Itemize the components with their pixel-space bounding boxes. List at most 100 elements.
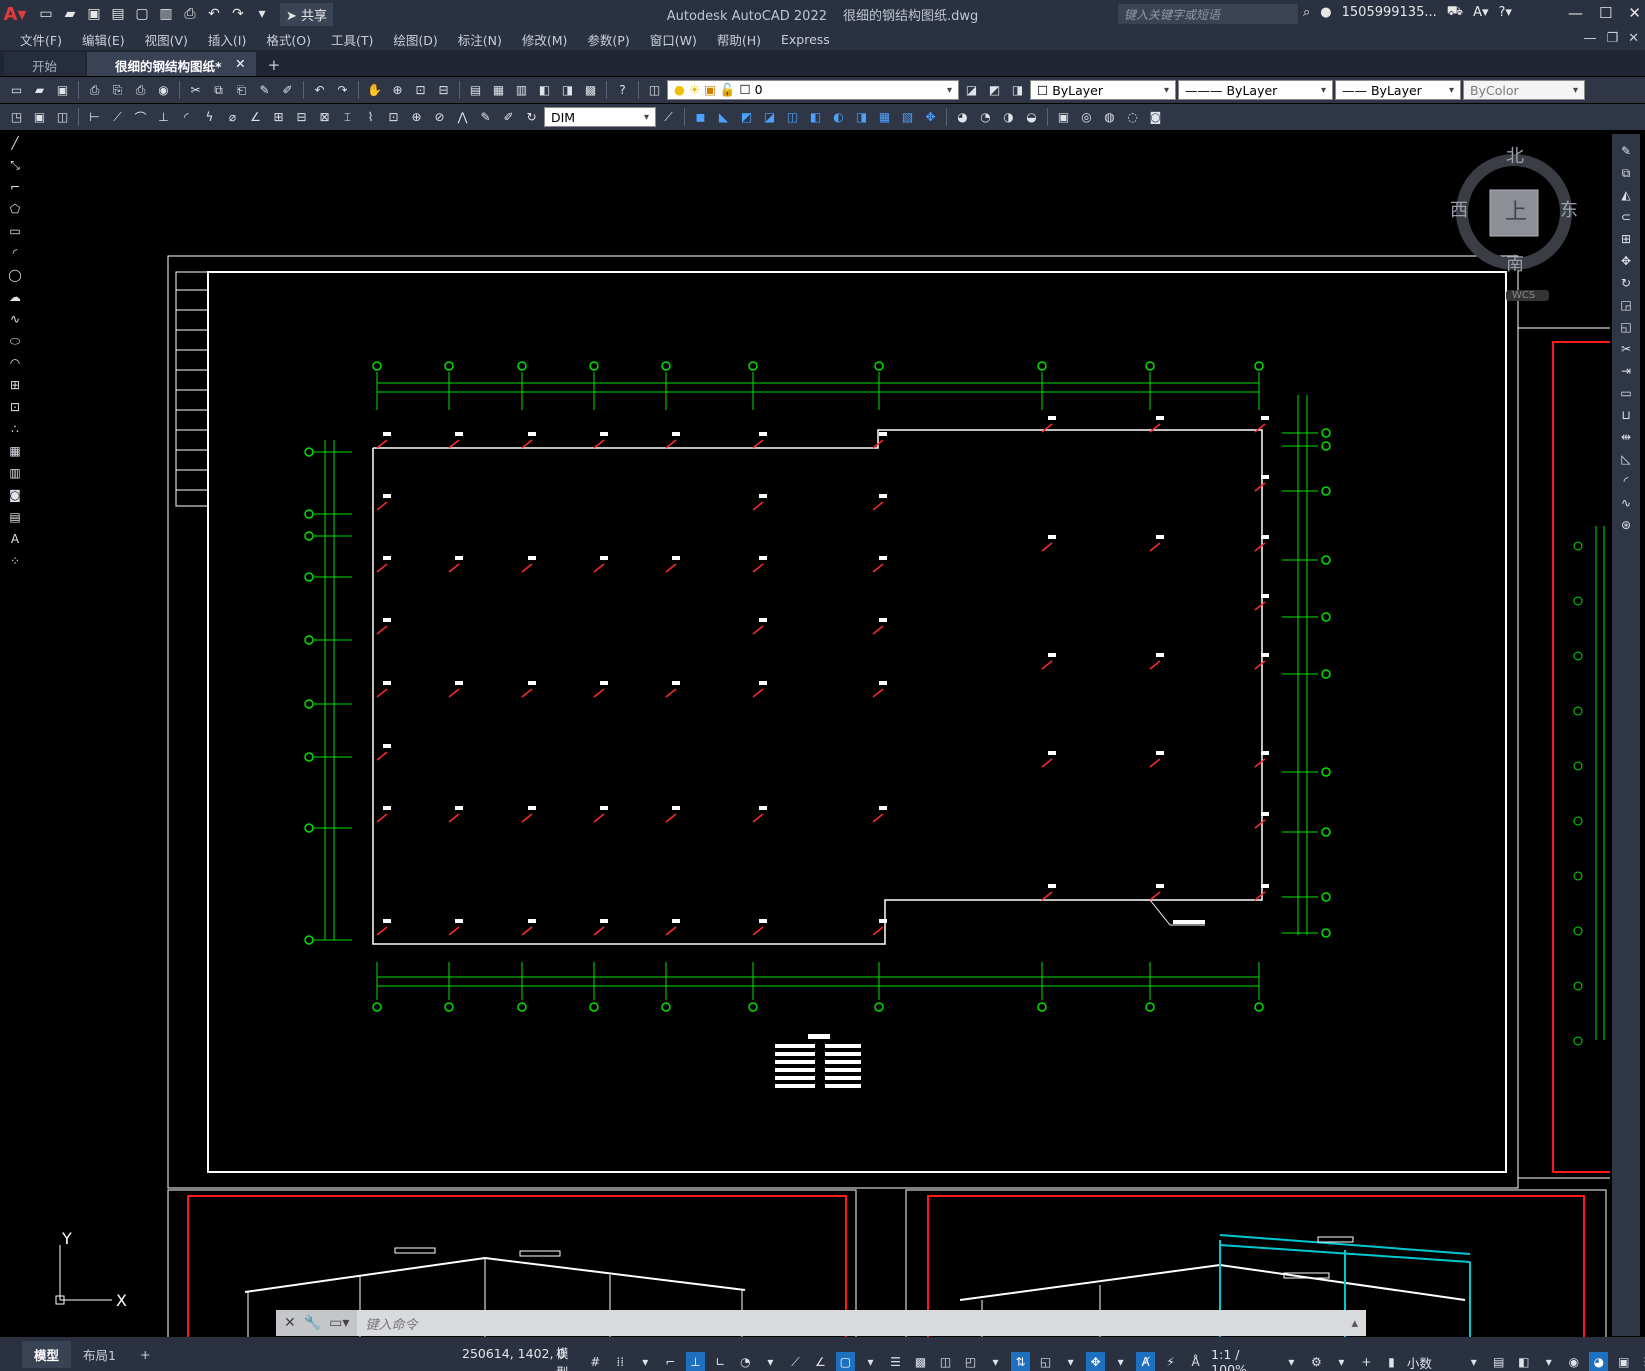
stretch-icon[interactable]: ◱ [1615,318,1637,336]
interfere-icon[interactable]: ▧ [897,107,918,127]
tab-close-icon[interactable]: ✕ [235,56,245,71]
model-space-toggle[interactable]: 模型 [556,1343,580,1371]
pan-icon[interactable]: ✋ [364,80,385,100]
inspection-icon[interactable]: ⊘ [429,107,450,127]
selection-cycling-icon[interactable]: ◫ [936,1352,955,1371]
open-icon[interactable]: ▰ [29,80,50,100]
polygon-icon[interactable]: ⬠ [4,200,26,218]
mirror-icon[interactable]: ◭ [1615,186,1637,204]
viewcube-north[interactable]: 北 [1506,142,1524,168]
camera-icon[interactable]: ◙ [1145,107,1166,127]
plot-icon[interactable]: ⎙ [84,80,105,100]
sheet-set-icon[interactable]: ◧ [534,80,555,100]
jogged-dim-icon[interactable]: ϟ [199,107,220,127]
menu-item[interactable]: 工具(T) [331,30,373,49]
chevron-down-icon[interactable]: ▾ [986,1352,1005,1371]
annotation-scale-value[interactable]: 1:1 / 100% [1211,1347,1276,1371]
arc-length-icon[interactable]: ⌒ [130,107,151,127]
command-history-icon[interactable]: ▴ [1351,1316,1358,1331]
autocad-logo-icon[interactable]: A▾ [0,0,30,28]
break-at-point-icon[interactable]: ▭ [1615,384,1637,402]
qnew-icon[interactable]: ▭ [6,80,27,100]
menu-item[interactable]: 绘图(D) [393,30,437,49]
insert-block-icon[interactable]: ⊞ [4,376,26,394]
viewcube[interactable]: 北 南 东 西 上 WCS [1430,146,1610,318]
wcs-menu[interactable]: WCS [1506,290,1550,301]
save-icon[interactable]: ▣ [84,4,104,24]
plot-icon[interactable]: ⎙ [180,4,200,24]
chevron-down-icon[interactable]: ▾ [761,1352,780,1371]
polyline-icon[interactable]: ⌐ [4,178,26,196]
layer-walk-icon[interactable]: ◫ [52,107,73,127]
autodesk-app-icon[interactable]: A▾ [1473,5,1488,20]
jogged-linear-icon[interactable]: ⋀ [452,107,473,127]
help-search-input[interactable]: 键入关键字或短语 [1118,4,1298,24]
join-icon[interactable]: ⇹ [1615,428,1637,446]
block-editor-icon[interactable]: ✐ [277,80,298,100]
gizmo-icon[interactable]: ✥ [1086,1352,1106,1371]
chevron-down-icon[interactable]: ▾ [1282,1352,1301,1371]
cut-icon[interactable]: ✂ [185,80,206,100]
radius-dim-icon[interactable]: ◜ [176,107,197,127]
ortho-icon[interactable]: ∟ [711,1352,730,1371]
tool-palettes-icon[interactable]: ▥ [511,80,532,100]
transparency-icon[interactable]: ▩ [911,1352,930,1371]
point-icon[interactable]: ∴ [4,420,26,438]
viewcube-south[interactable]: 南 [1506,250,1524,276]
menu-item[interactable]: 窗口(W) [650,30,697,49]
open-web-icon[interactable]: ▢ [132,4,152,24]
center-mark-icon[interactable]: ⊕ [406,107,427,127]
arc-icon[interactable]: ◜ [4,244,26,262]
workspace-gear-icon[interactable]: ⚙ [1307,1352,1326,1371]
recent-commands-icon[interactable]: ▭▾ [329,1315,349,1331]
chamfer-icon[interactable]: ◺ [1615,450,1637,468]
dim-text-edit-icon[interactable]: ✐ [498,107,519,127]
plot-preview-icon[interactable]: ⎘ [107,80,128,100]
walk-icon[interactable]: ◍ [1099,107,1120,127]
open-file-icon[interactable]: ▰ [60,4,80,24]
cart-icon[interactable]: ⛟ [1447,4,1463,21]
chevron-down-icon[interactable]: ▾ [1539,1352,1558,1371]
copy-object-icon[interactable]: ⧉ [1615,164,1637,182]
gradient-icon[interactable]: ▥ [4,464,26,482]
dynamic-input-icon[interactable]: ⊥ [685,1352,705,1371]
dimstyle-dropdown[interactable]: DIM ▾ [544,107,656,127]
annotation-monitor-icon[interactable]: + [1357,1352,1376,1371]
design-center-icon[interactable]: ▦ [488,80,509,100]
selection-filter-icon[interactable]: ◱ [1036,1352,1055,1371]
undo-icon[interactable]: ↶ [309,80,330,100]
mtext-icon[interactable]: A [4,530,26,548]
hatch-icon[interactable]: ▦ [4,442,26,460]
section-icon[interactable]: ▦ [874,107,895,127]
chevron-down-icon[interactable]: ▾ [1332,1352,1351,1371]
box-icon[interactable]: ◼ [690,107,711,127]
annotation-visibility-icon[interactable]: Ⱥ [1136,1352,1156,1371]
close-icon[interactable]: ✕ [1628,4,1641,22]
units-icon[interactable]: ▮ [1382,1352,1401,1371]
save-icon[interactable]: ▣ [52,80,73,100]
chevron-down-icon[interactable]: ▾ [636,1352,655,1371]
dim-edit-icon[interactable]: ✎ [475,107,496,127]
workspace-icon[interactable]: ◳ [6,107,27,127]
clean-screen-icon[interactable]: ▣ [1614,1352,1633,1371]
menu-item[interactable]: 标注(N) [458,30,502,49]
dynamic-ucs-icon[interactable]: ⇅ [1011,1352,1031,1371]
lights-icon[interactable]: ◒ [1021,107,1042,127]
3d-move-icon[interactable]: ✥ [920,107,941,127]
zoom-realtime-icon[interactable]: ⊕ [387,80,408,100]
menu-item[interactable]: 修改(M) [522,30,568,49]
dim-break-icon[interactable]: ⌇ [360,107,381,127]
offset-icon[interactable]: ⊂ [1615,208,1637,226]
command-input[interactable]: 键入命令 [357,1314,417,1333]
blend-icon[interactable]: ∿ [1615,494,1637,512]
share-button[interactable]: ➤ 共享 [280,2,334,26]
render-icon[interactable]: ◔ [975,107,996,127]
aligned-dim-icon[interactable]: ⟋ [107,107,128,127]
help-icon[interactable]: ?▾ [1499,5,1512,20]
user-icon[interactable]: ● [1320,5,1331,20]
tolerance-icon[interactable]: ⊡ [383,107,404,127]
linetype-dropdown[interactable]: ——— ByLayer ▾ [1178,80,1333,100]
wedge-icon[interactable]: ◣ [713,107,734,127]
lineweight-dropdown[interactable]: —— ByLayer ▾ [1335,80,1461,100]
paste-icon[interactable]: ⎗ [231,80,252,100]
